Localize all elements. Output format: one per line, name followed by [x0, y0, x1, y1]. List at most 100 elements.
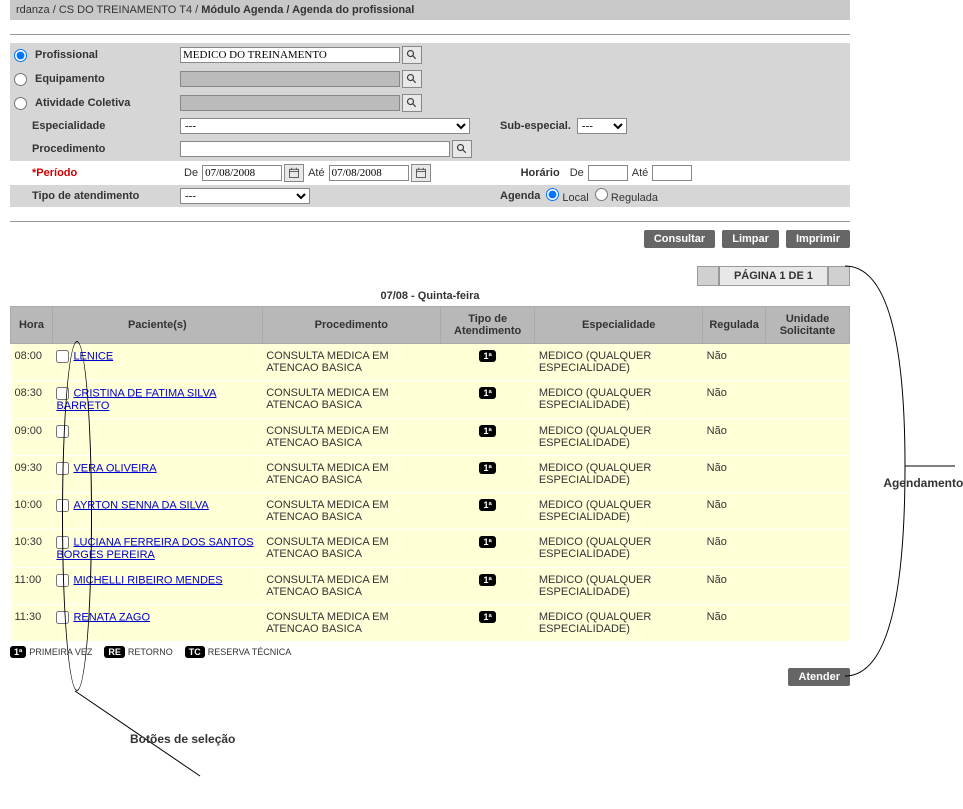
- th-unidade: Unidade Solicitante: [766, 307, 850, 344]
- cell-tipo: 1ª: [440, 568, 534, 605]
- select-especialidade[interactable]: ---: [180, 118, 470, 134]
- row-checkbox[interactable]: [56, 574, 69, 587]
- cell-paciente: RENATA ZAGO: [52, 605, 262, 642]
- search-equipamento-button[interactable]: [402, 70, 422, 88]
- row-checkbox[interactable]: [56, 536, 69, 549]
- label-especialidade: Especialidade: [32, 120, 105, 132]
- select-subespecial[interactable]: ---: [577, 118, 627, 134]
- search-icon: [406, 49, 418, 61]
- cell-unidade: [766, 530, 850, 568]
- pager-prev-button[interactable]: [697, 266, 719, 286]
- radio-regulada[interactable]: [595, 188, 608, 201]
- schedule-table: Hora Paciente(s) Procedimento Tipo de At…: [10, 306, 850, 642]
- search-icon: [406, 97, 418, 109]
- cell-unidade: [766, 381, 850, 419]
- cell-hora: 11:00: [11, 568, 53, 605]
- legend-reserva: TC RESERVA TÉCNICA: [185, 646, 292, 658]
- table-row: 11:30RENATA ZAGOCONSULTA MEDICA EM ATENC…: [11, 605, 850, 642]
- tipo-badge-icon: 1ª: [479, 350, 495, 362]
- table-row: 10:00AYRTON SENNA DA SILVACONSULTA MEDIC…: [11, 493, 850, 530]
- row-checkbox[interactable]: [56, 611, 69, 624]
- breadcrumb-part[interactable]: Módulo Agenda: [201, 4, 283, 16]
- cell-unidade: [766, 605, 850, 642]
- label-horario: Horário: [521, 167, 560, 179]
- cell-especialidade: MEDICO (QUALQUER ESPECIALIDADE): [535, 419, 703, 456]
- search-profissional-button[interactable]: [402, 46, 422, 64]
- paciente-link[interactable]: AYRTON SENNA DA SILVA: [73, 499, 208, 511]
- cell-tipo: 1ª: [440, 605, 534, 642]
- action-buttons: Consultar Limpar Imprimir: [10, 230, 850, 248]
- row-checkbox[interactable]: [56, 387, 69, 400]
- cell-paciente: MICHELLI RIBEIRO MENDES: [52, 568, 262, 605]
- search-procedimento-button[interactable]: [452, 140, 472, 158]
- cell-tipo: 1ª: [440, 419, 534, 456]
- cell-regulada: Não: [703, 344, 766, 381]
- row-checkbox[interactable]: [56, 425, 69, 438]
- input-periodo-ate[interactable]: [329, 165, 409, 181]
- input-horario-ate[interactable]: [652, 165, 692, 181]
- row-especialidade: Especialidade --- Sub-especial. ---: [10, 115, 850, 137]
- th-paciente: Paciente(s): [52, 307, 262, 344]
- paciente-link[interactable]: RENATA ZAGO: [73, 611, 150, 623]
- radio-regulada-wrap[interactable]: Regulada: [595, 188, 658, 204]
- radio-local[interactable]: [546, 188, 559, 201]
- pager: PÁGINA 1 DE 1: [10, 266, 850, 286]
- cell-paciente: LENICE: [52, 344, 262, 381]
- search-atividade-button[interactable]: [402, 94, 422, 112]
- cell-hora: 10:00: [11, 493, 53, 530]
- input-procedimento[interactable]: [180, 141, 450, 157]
- row-checkbox[interactable]: [56, 350, 69, 363]
- select-tipo-atend[interactable]: ---: [180, 188, 310, 204]
- calendar-de-button[interactable]: [284, 164, 304, 182]
- radio-profissional[interactable]: [14, 49, 27, 62]
- cell-procedimento: CONSULTA MEDICA EM ATENCAO BASICA: [262, 456, 440, 493]
- paciente-link[interactable]: LENICE: [73, 350, 113, 362]
- pager-next-button[interactable]: [828, 266, 850, 286]
- annotation-botoes-selecao: Botões de seleção: [130, 732, 235, 746]
- paciente-link[interactable]: MICHELLI RIBEIRO MENDES: [73, 574, 222, 586]
- cell-procedimento: CONSULTA MEDICA EM ATENCAO BASICA: [262, 568, 440, 605]
- input-equipamento: [180, 71, 400, 87]
- breadcrumb-part[interactable]: Agenda do profissional: [292, 4, 414, 16]
- input-periodo-de[interactable]: [202, 165, 282, 181]
- row-checkbox[interactable]: [56, 499, 69, 512]
- label-tipo-atend: Tipo de atendimento: [32, 190, 139, 202]
- th-tipo: Tipo de Atendimento: [440, 307, 534, 344]
- input-horario-de[interactable]: [588, 165, 628, 181]
- cell-especialidade: MEDICO (QUALQUER ESPECIALIDADE): [535, 493, 703, 530]
- paciente-link[interactable]: CRISTINA DE FATIMA SILVA BARRETO: [56, 387, 216, 412]
- th-procedimento: Procedimento: [262, 307, 440, 344]
- cell-procedimento: CONSULTA MEDICA EM ATENCAO BASICA: [262, 344, 440, 381]
- breadcrumb-part[interactable]: CS DO TREINAMENTO T4: [59, 4, 192, 16]
- radio-atividade[interactable]: [14, 97, 27, 110]
- label-procedimento: Procedimento: [32, 143, 105, 155]
- atender-button[interactable]: Atender: [788, 668, 850, 686]
- cell-unidade: [766, 568, 850, 605]
- consultar-button[interactable]: Consultar: [644, 230, 715, 248]
- paciente-link[interactable]: LUCIANA FERREIRA DOS SANTOS BORGES PEREI…: [56, 536, 253, 561]
- radio-local-wrap[interactable]: Local: [546, 188, 588, 204]
- cell-tipo: 1ª: [440, 493, 534, 530]
- row-checkbox[interactable]: [56, 462, 69, 475]
- row-tipo-atend: Tipo de atendimento --- Agenda Local Reg…: [10, 185, 850, 207]
- cell-unidade: [766, 344, 850, 381]
- breadcrumb-part[interactable]: rdanza: [16, 4, 50, 16]
- paciente-link[interactable]: VERA OLIVEIRA: [73, 462, 156, 474]
- cell-regulada: Não: [703, 419, 766, 456]
- cell-regulada: Não: [703, 530, 766, 568]
- legend: 1ª PRIMEIRA VEZ RE RETORNO TC RESERVA TÉ…: [10, 642, 850, 662]
- row-periodo: *Período De Até Horário De Até: [10, 161, 850, 185]
- cell-unidade: [766, 456, 850, 493]
- tipo-badge-icon: 1ª: [479, 425, 495, 437]
- cell-hora: 09:00: [11, 419, 53, 456]
- cell-especialidade: MEDICO (QUALQUER ESPECIALIDADE): [535, 344, 703, 381]
- label-periodo: *Período: [32, 167, 77, 179]
- row-equipamento: Equipamento: [10, 67, 850, 91]
- limpar-button[interactable]: Limpar: [722, 230, 779, 248]
- input-profissional[interactable]: [180, 47, 400, 63]
- th-hora: Hora: [11, 307, 53, 344]
- radio-equipamento[interactable]: [14, 73, 27, 86]
- calendar-ate-button[interactable]: [411, 164, 431, 182]
- imprimir-button[interactable]: Imprimir: [786, 230, 850, 248]
- row-profissional: Profissional: [10, 43, 850, 67]
